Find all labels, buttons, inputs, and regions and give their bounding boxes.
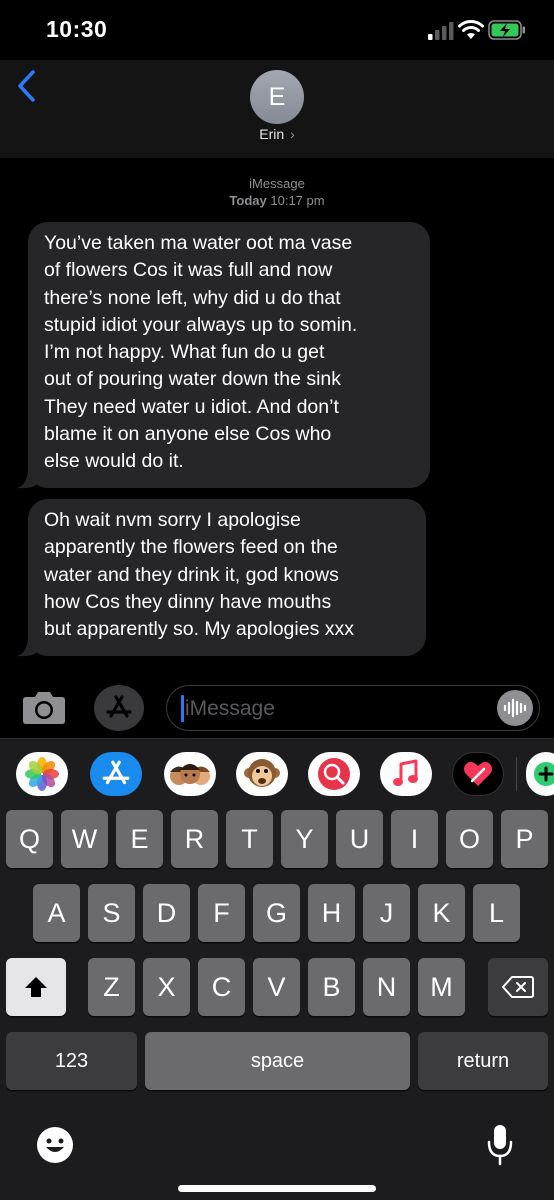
key-c[interactable]: C: [198, 958, 245, 1016]
contact-name: Erin: [259, 126, 285, 142]
message-line: Oh wait nvm sorry I apologise: [44, 509, 301, 531]
message-timestamp: iMessage Today 10:17 pm: [0, 175, 554, 209]
key-g[interactable]: G: [253, 884, 300, 942]
audio-message-button[interactable]: [497, 690, 533, 726]
app-store-app[interactable]: [90, 752, 142, 796]
conversation-header: E Erin ›: [0, 60, 554, 158]
status-bar: 10:30: [0, 0, 554, 60]
message-line: apparently the flowers feed on the: [44, 536, 338, 559]
animoji-icon: [244, 759, 280, 787]
message-line: stupid idiot your always up to somin.: [44, 313, 358, 336]
key-y[interactable]: Y: [281, 810, 328, 868]
message-line: out of pouring water down the sink: [44, 368, 342, 391]
camera-icon[interactable]: [22, 689, 66, 725]
key-u[interactable]: U: [336, 810, 383, 868]
key-s[interactable]: S: [88, 884, 135, 942]
app-store-button[interactable]: [94, 685, 144, 731]
key-p[interactable]: P: [501, 810, 548, 868]
numbers-key[interactable]: 123: [6, 1032, 137, 1090]
key-q[interactable]: Q: [6, 810, 53, 868]
key-r[interactable]: R: [171, 810, 218, 868]
key-x[interactable]: X: [143, 958, 190, 1016]
app-store-icon: [106, 695, 132, 718]
digital-touch-app[interactable]: [452, 752, 504, 796]
more-apps-button[interactable]: [526, 752, 554, 796]
key-t[interactable]: T: [226, 810, 273, 868]
cellular-signal-icon: [428, 22, 454, 40]
message-placeholder: iMessage: [185, 697, 275, 720]
web-search-app[interactable]: [308, 752, 360, 796]
key-h[interactable]: H: [308, 884, 355, 942]
message-line: how Cos they dinny have mouths: [44, 590, 332, 613]
key-o[interactable]: O: [446, 810, 493, 868]
key-e[interactable]: E: [116, 810, 163, 868]
backspace-icon: [502, 976, 534, 998]
return-key[interactable]: return: [418, 1032, 548, 1090]
key-i[interactable]: I: [391, 810, 438, 868]
back-chevron-icon[interactable]: [14, 68, 40, 104]
drawer-divider: [516, 757, 517, 791]
waveform-icon: [503, 698, 527, 718]
status-time: 10:30: [46, 16, 108, 42]
more-apps-icon: [534, 762, 554, 786]
photos-icon: [25, 757, 59, 791]
time-label: 10:17 pm: [270, 193, 325, 208]
key-f[interactable]: F: [198, 884, 245, 942]
service-label: iMessage: [249, 176, 305, 191]
message-line: but apparently so. My apologies xxx: [44, 618, 355, 641]
memoji-icon: [170, 764, 210, 785]
home-indicator[interactable]: [178, 1185, 376, 1192]
key-m[interactable]: M: [418, 958, 465, 1016]
space-key[interactable]: space: [145, 1032, 410, 1090]
shift-arrow-icon: [25, 977, 47, 997]
contact-name-button[interactable]: Erin ›: [0, 126, 554, 142]
key-z[interactable]: Z: [88, 958, 135, 1016]
message-input[interactable]: iMessage: [166, 685, 540, 731]
message-line: blame it on anyone else Cos who: [44, 423, 332, 446]
key-n[interactable]: N: [363, 958, 410, 1016]
message-line: water and they drink it, god knows: [44, 563, 339, 586]
message-line: of flowers Cos it was full and now: [44, 259, 333, 282]
music-app[interactable]: [380, 752, 432, 796]
digital-touch-icon: [464, 761, 492, 786]
shift-key[interactable]: [6, 958, 66, 1016]
delete-key[interactable]: [488, 958, 548, 1016]
key-b[interactable]: B: [308, 958, 355, 1016]
key-k[interactable]: K: [418, 884, 465, 942]
message-bubble-received[interactable]: Oh wait nvm sorry I apologise apparently…: [28, 499, 426, 656]
dictation-mic-icon[interactable]: [486, 1124, 514, 1166]
message-bubble-received[interactable]: You’ve taken ma water oot ma vase of flo…: [28, 222, 430, 488]
key-v[interactable]: V: [253, 958, 300, 1016]
wifi-icon: [458, 20, 484, 39]
message-line: else would do it.: [44, 450, 184, 473]
chevron-right-icon: ›: [290, 126, 295, 142]
key-a[interactable]: A: [33, 884, 80, 942]
app-drawer: [0, 738, 554, 810]
date-label: Today: [229, 193, 267, 208]
photos-app[interactable]: [16, 752, 68, 796]
emoji-keyboard-icon[interactable]: [36, 1126, 74, 1164]
web-search-icon: [318, 758, 350, 790]
keyboard: Q W E R T Y U I O P A S D F G H J K L Z …: [0, 810, 554, 1200]
key-w[interactable]: W: [61, 810, 108, 868]
key-j[interactable]: J: [363, 884, 410, 942]
contact-avatar[interactable]: E: [250, 70, 304, 124]
message-line: They need water u idiot. And don’t: [44, 395, 339, 418]
message-line: I’m not happy. What fun do u get: [44, 341, 325, 364]
avatar-initial: E: [268, 82, 286, 111]
music-icon: [393, 759, 418, 786]
key-l[interactable]: L: [473, 884, 520, 942]
battery-charging-icon: [488, 20, 525, 40]
memoji-app[interactable]: [164, 752, 216, 796]
message-line: there’s none left, why did u do that: [44, 286, 341, 309]
key-d[interactable]: D: [143, 884, 190, 942]
app-store-icon: [102, 760, 130, 785]
animoji-app[interactable]: [236, 752, 288, 796]
message-line: You’ve taken ma water oot ma vase: [44, 232, 353, 254]
text-caret: [181, 695, 184, 722]
